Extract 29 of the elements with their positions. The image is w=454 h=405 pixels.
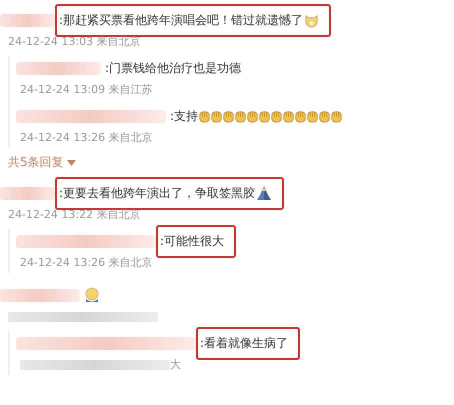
comment-text: :可能性很大 [160,232,224,250]
replies-link[interactable]: 共5条回复 [0,152,76,171]
comment-text: :支持 [170,108,198,124]
fist-emoji-icon [319,110,330,122]
comment-time: 24-12-24 13:09 来自江苏 [20,83,153,96]
fist-emoji-icon [211,110,222,122]
fist-emoji-icon [295,110,306,122]
blurred-username [0,14,55,26]
comment-text: :更要去看他跨年演出了，争取签黑胶 [59,184,256,202]
fist-emoji-icon [283,110,294,122]
comment-text: :门票钱给他治疗也是功德 [105,60,242,76]
fist-emoji-icon [199,110,210,122]
fist-emoji-icon [259,110,270,122]
sick-emoji-icon [84,287,100,303]
comment-text: :那赶紧买票看他跨年演唱会吧！错过就遗憾了 [59,12,304,28]
fist-emoji-icon [223,110,234,122]
comment-time: 24-12-24 13:26 来自北京 [20,256,153,269]
time-fragment: 大 [170,358,181,371]
comment-text: :看着就像生病了 [200,334,288,352]
fist-emoji-icon [331,110,342,122]
fist-emoji-icon [307,110,318,122]
comment-time: 24-12-24 13:03 来自北京 [8,35,141,48]
blurred-username [0,186,55,200]
comment-time: 24-12-24 13:26 来自北京 [20,131,153,144]
caret-icon [66,160,76,166]
fist-emoji-icon [271,110,282,122]
fist-emoji-icon [235,110,246,122]
fist-emoji-icon [247,110,258,122]
comment-time: 24-12-24 13:22 来自北京 [8,208,141,221]
